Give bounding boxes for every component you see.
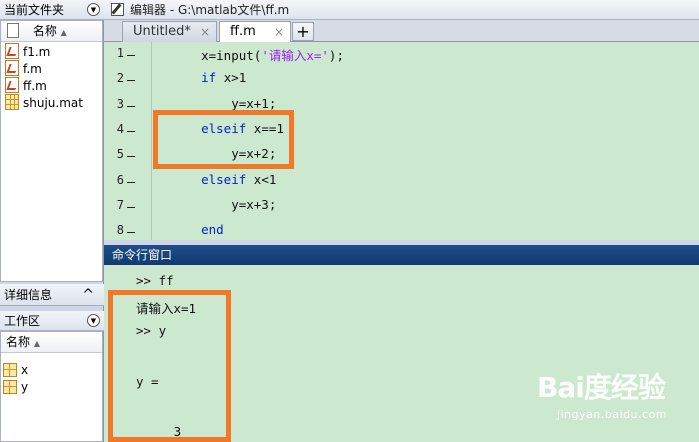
file-column-header[interactable]: 名称 ▲: [1, 21, 102, 42]
code-string: '请输入x=': [261, 48, 329, 63]
breakpoint-dash[interactable]: [127, 80, 135, 82]
breakpoint-dash[interactable]: [127, 105, 135, 107]
workspace-header[interactable]: 工作区 ▼: [0, 311, 104, 331]
close-icon[interactable]: ×: [200, 22, 210, 42]
line-number: 5: [116, 147, 124, 162]
code-text: y=x+1;: [171, 95, 277, 111]
document-icon: [7, 23, 19, 38]
workspace-column-header[interactable]: 名称 ▲: [1, 332, 102, 353]
panel-menu-icon[interactable]: ▼: [87, 3, 100, 16]
file-item[interactable]: ff.m: [5, 77, 47, 95]
breakpoint-dash[interactable]: [127, 130, 135, 132]
left-panel: 当前文件夹 ▼ 名称 ▲ f1.m f.m ff.m shuju.mat 详细信息 ^…: [0, 0, 104, 442]
m-file-icon: [5, 43, 19, 59]
breakpoint-dash[interactable]: [127, 55, 135, 56]
details-title: 详细信息: [4, 288, 53, 302]
details-header[interactable]: 详细信息 ^: [0, 284, 104, 306]
current-folder-title: 当前文件夹: [4, 3, 65, 17]
close-icon[interactable]: ×: [274, 22, 284, 42]
line-number: 1: [116, 46, 124, 60]
variable-item[interactable]: x: [3, 361, 28, 379]
code-line: x=input('请输入x=');: [171, 45, 344, 64]
code-text: y=x+3;: [171, 196, 277, 212]
highlight-box-code: [153, 110, 294, 169]
command-line: >> ff: [136, 273, 174, 288]
tab-untitled[interactable]: Untitled* ×: [122, 21, 217, 42]
m-file-icon: [5, 77, 19, 93]
highlight-box-output: [108, 290, 231, 442]
file-name: f.m: [23, 62, 42, 76]
watermark-brand: Bai度经验: [537, 371, 666, 404]
code-line: if x>1: [171, 70, 246, 85]
variable-icon: [3, 380, 17, 394]
workspace-title: 工作区: [4, 314, 41, 328]
code-line: end: [171, 222, 224, 237]
command-window-header: 命令行窗口: [104, 245, 699, 265]
file-name: f1.m: [23, 45, 51, 59]
m-file-icon: [5, 60, 19, 76]
file-name: ff.m: [23, 79, 47, 93]
editor-tabbar: Untitled* × ff.m × +: [104, 20, 699, 43]
tab-label: Untitled*: [133, 24, 191, 39]
workspace-menu-icon[interactable]: ▼: [87, 314, 100, 327]
workspace-column-name: 名称: [6, 335, 31, 349]
line-number-gutter: 1 2 3 4 5 6 7 8: [104, 42, 152, 240]
variable-name: y: [21, 380, 29, 394]
line-number: 7: [116, 197, 124, 212]
variable-name: x: [21, 363, 29, 377]
watermark-url: jingyan.baidu.com: [557, 408, 668, 421]
code-text: x<1: [246, 171, 277, 187]
collapse-icon[interactable]: ^: [82, 284, 94, 306]
workspace-browser[interactable]: 名称 ▲ xy: [0, 331, 103, 442]
add-tab-button[interactable]: +: [292, 22, 314, 41]
code-line: elseif x<1: [171, 172, 276, 187]
variable-icon: [3, 363, 17, 377]
tab-label: ff.m: [230, 24, 256, 39]
editor-titlebar: 编辑器 - G:\matlab文件\ff.m: [104, 0, 699, 20]
breakpoint-dash[interactable]: [127, 206, 135, 208]
breakpoint-dash[interactable]: [127, 156, 135, 158]
editor-icon: [111, 3, 124, 16]
code-keyword: end: [201, 222, 224, 238]
breakpoint-dash[interactable]: [127, 181, 135, 183]
current-folder-header[interactable]: 当前文件夹 ▼: [0, 0, 104, 20]
file-item[interactable]: shuju.mat: [5, 94, 83, 112]
command-window-title: 命令行窗口: [112, 248, 173, 262]
line-number: 3: [116, 96, 124, 111]
code-keyword: if: [201, 70, 217, 86]
file-name: shuju.mat: [23, 96, 83, 110]
file-column-name: 名称: [32, 24, 57, 38]
code-line: y=x+3;: [171, 197, 276, 212]
file-item[interactable]: f1.m: [5, 43, 50, 61]
tab-ff-m[interactable]: ff.m ×: [219, 21, 291, 43]
breakpoint-dash[interactable]: [127, 232, 135, 234]
code-text: );: [328, 48, 344, 63]
baidu-watermark: Bai度经验 jingyan.baidu.com: [533, 362, 693, 432]
file-browser[interactable]: 名称 ▲ f1.m f.m ff.m shuju.mat: [0, 20, 103, 282]
sort-ascending-icon: ▲: [60, 28, 67, 37]
variable-item[interactable]: y: [3, 378, 28, 396]
sort-ascending-icon: ▲: [33, 339, 40, 348]
code-text: x=input(: [171, 48, 262, 63]
code-line: y=x+1;: [171, 96, 276, 111]
line-number: 2: [116, 71, 124, 86]
mat-file-icon: [5, 94, 19, 110]
line-number: 8: [116, 223, 124, 238]
editor-title: 编辑器 - G:\matlab文件\ff.m: [130, 3, 290, 17]
file-item[interactable]: f.m: [5, 60, 42, 78]
code-text: x>1: [216, 70, 247, 86]
line-number: 4: [116, 121, 124, 136]
code-keyword: elseif: [201, 171, 247, 187]
line-number: 6: [116, 172, 124, 187]
